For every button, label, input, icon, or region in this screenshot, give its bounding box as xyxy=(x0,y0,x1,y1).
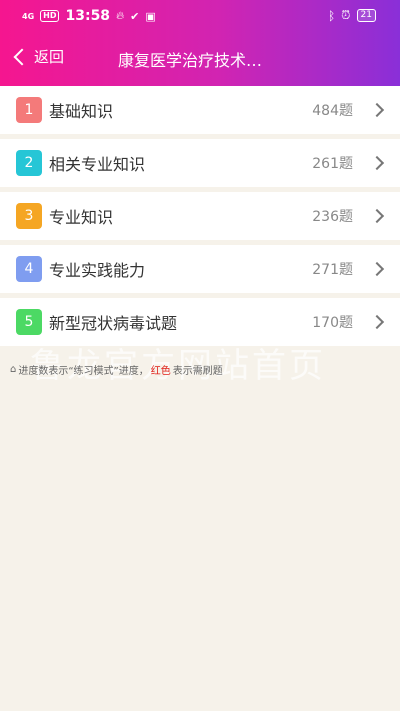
category-index-badge: 4 xyxy=(16,256,42,282)
nav-bar: 返回 康复医学治疗技术… xyxy=(0,38,400,78)
category-index-badge: 5 xyxy=(16,309,42,335)
chevron-right-icon xyxy=(369,102,385,118)
category-index-badge: 2 xyxy=(16,150,42,176)
chevron-right-icon xyxy=(369,208,385,224)
category-label: 新型冠状病毒试题 xyxy=(49,314,178,333)
fire-icon: 🔥︎ xyxy=(116,9,125,22)
hd-icon: HD xyxy=(40,10,60,22)
category-count: 261题 xyxy=(312,156,353,172)
category-row[interactable]: 2 相关专业知识 261题 xyxy=(0,139,400,187)
chevron-right-icon xyxy=(369,261,385,277)
footer-note: ⌂ 进度数表示“练习模式”进度， 红色 表示需刷题 xyxy=(10,362,223,377)
alarm-icon: ⏰︎ xyxy=(341,8,351,22)
category-row[interactable]: 1 基础知识 484题 xyxy=(0,86,400,134)
back-button[interactable]: 返回 xyxy=(12,46,64,67)
media-icon: ▣ xyxy=(145,9,156,23)
note-text-red: 红色 xyxy=(150,366,171,377)
category-label: 专业知识 xyxy=(49,208,114,227)
status-right: ᛒ ⏰︎ 21 xyxy=(328,8,376,23)
header: 4G HD 13:58 🔥︎ ✔ ▣ ᛒ ⏰︎ 21 返回 康复医学治疗技术… xyxy=(0,0,400,86)
status-bar: 4G HD 13:58 🔥︎ ✔ ▣ ᛒ ⏰︎ 21 xyxy=(0,0,400,32)
back-label: 返回 xyxy=(34,48,65,66)
category-count: 236题 xyxy=(312,209,353,225)
bluetooth-icon: ᛒ xyxy=(327,8,336,23)
check-circle-icon: ✔ xyxy=(130,9,140,23)
page-title: 康复医学治疗技术… xyxy=(118,51,263,70)
chevron-right-icon xyxy=(369,314,385,330)
chevron-right-icon xyxy=(369,155,385,171)
category-row[interactable]: 4 专业实践能力 271题 xyxy=(0,245,400,293)
category-index-badge: 1 xyxy=(16,97,42,123)
category-count: 271题 xyxy=(312,262,353,278)
category-label: 专业实践能力 xyxy=(49,261,146,280)
note-text-2: 表示需刷题 xyxy=(172,366,223,377)
category-count: 484题 xyxy=(312,103,353,119)
battery-icon: 21 xyxy=(356,9,376,22)
category-index-badge: 3 xyxy=(16,203,42,229)
network-indicator: 4G xyxy=(22,11,35,21)
category-row[interactable]: 3 专业知识 236题 xyxy=(0,192,400,240)
category-count: 170题 xyxy=(312,315,353,331)
category-list: 1 基础知识 484题 2 相关专业知识 261题 3 专业知识 236题 4 专业实践能力 271题… xyxy=(0,86,400,346)
category-label: 基础知识 xyxy=(49,102,114,121)
pin-icon: ⌂ xyxy=(10,364,17,375)
clock: 13:58 xyxy=(65,8,111,24)
category-label: 相关专业知识 xyxy=(49,155,146,174)
note-text-1: 进度数表示“练习模式”进度， xyxy=(18,366,149,377)
status-left: 4G HD 13:58 🔥︎ ✔ ▣ xyxy=(22,8,156,24)
chevron-left-icon xyxy=(13,48,31,65)
